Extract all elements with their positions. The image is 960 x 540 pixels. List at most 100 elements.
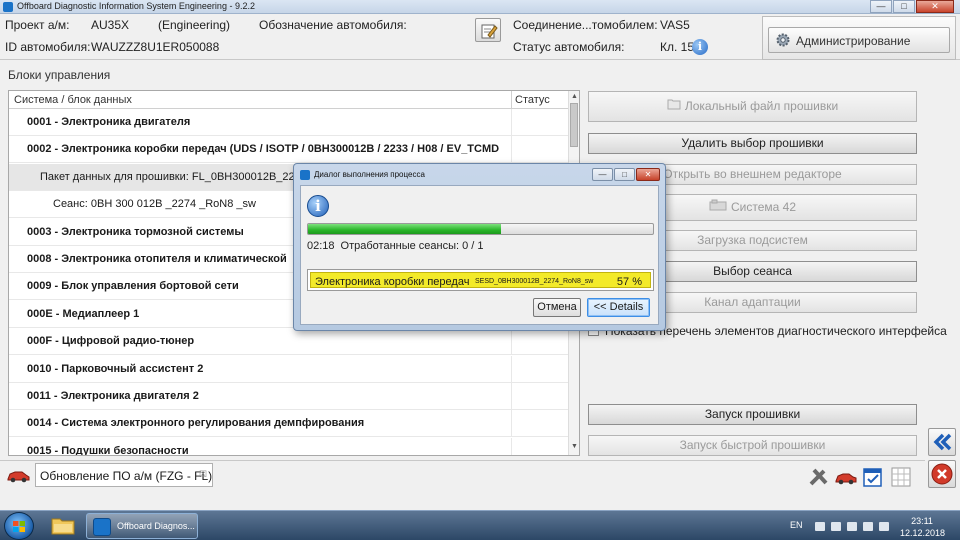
close-button[interactable]: ✕ xyxy=(916,0,954,13)
gear-icon xyxy=(776,33,790,47)
tree-row[interactable]: 0014 - Система электронного регулировани… xyxy=(9,410,569,438)
tray-power-icon[interactable] xyxy=(879,522,889,531)
language-indicator[interactable]: EN xyxy=(790,520,803,530)
dialog-minimize-button[interactable]: — xyxy=(592,168,613,181)
grid-icon[interactable] xyxy=(890,466,912,488)
taskbar-app-label: Offboard Diagnos... xyxy=(117,521,195,531)
progress-bar xyxy=(307,223,654,235)
administration-button[interactable]: Администрирование xyxy=(768,27,950,53)
taskbar-odis-app[interactable]: Offboard Diagnos... xyxy=(86,513,198,539)
tree-row-label: 000E - Медиаплеер 1 xyxy=(27,307,140,320)
info-icon[interactable]: i xyxy=(692,39,708,55)
status-label: Статус автомобиля: xyxy=(513,40,625,54)
dialog-close-button[interactable]: ✕ xyxy=(636,168,660,181)
process-dialog: Диалог выполнения процесса — □ ✕ i 02:18… xyxy=(293,163,666,331)
administration-label: Администрирование xyxy=(796,34,911,48)
start-quick-flash-button[interactable]: Запуск быстрой прошивки xyxy=(588,435,917,456)
tree-row-label: Пакет данных для прошивки: FL_0BH300012B… xyxy=(40,170,295,183)
tray-volume-icon[interactable] xyxy=(847,522,857,531)
control-units-title: Блоки управления xyxy=(8,68,111,82)
dialog-status: 02:18 Отработанные сеансы: 0 / 1 xyxy=(307,240,484,252)
admin-panel: Администрирование xyxy=(762,16,956,60)
tree-row-label: 0001 - Электроника двигателя xyxy=(27,116,191,128)
vehicle-id-label: ID автомобиля: xyxy=(5,40,91,54)
connection-value: VAS5 xyxy=(660,18,690,32)
dialog-app-icon xyxy=(300,170,310,180)
tray-network-icon[interactable] xyxy=(815,522,825,531)
maximize-button[interactable]: □ xyxy=(893,0,915,13)
dialog-maximize-button[interactable]: □ xyxy=(614,168,635,181)
scroll-up-icon[interactable]: ▲ xyxy=(570,93,579,103)
bottom-tab-bar: Обновление ПО а/м (FZG - FL) ☒ xyxy=(0,460,925,490)
elapsed-time: 02:18 xyxy=(307,240,335,252)
clock-date: 12.12.2018 xyxy=(900,528,946,538)
scroll-thumb[interactable] xyxy=(570,103,578,147)
task-name: Электроника коробки передач xyxy=(315,276,470,288)
system42-icon xyxy=(709,195,727,220)
checklist-icon[interactable] xyxy=(862,466,884,488)
vehicle-icon[interactable] xyxy=(835,466,857,488)
tree-row[interactable]: 0001 - Электроника двигателя xyxy=(9,109,569,136)
app-icon xyxy=(3,2,13,12)
status-value: Кл. 15 xyxy=(660,40,695,54)
folder-icon xyxy=(667,92,681,121)
collapse-button[interactable] xyxy=(928,428,956,456)
odis-app-icon xyxy=(93,518,111,536)
title-bar: Offboard Diagnostic Information System E… xyxy=(0,0,960,14)
tree-row[interactable]: 0010 - Парковочный ассистент 2 xyxy=(9,355,569,383)
tree-row[interactable]: 0002 - Электроника коробки передач (UDS … xyxy=(9,136,569,164)
vehicle-header: Проект а/м: AU35X (Engineering) Обозначе… xyxy=(0,14,960,60)
dialog-title: Диалог выполнения процесса xyxy=(314,170,425,179)
sessions-processed: Отработанные сеансы: 0 / 1 xyxy=(340,240,484,252)
cancel-icon xyxy=(931,463,953,485)
tab-software-update[interactable]: Обновление ПО а/м (FZG - FL) ☒ xyxy=(35,463,213,487)
task-percent: 57 % xyxy=(616,276,642,288)
tools-icon[interactable] xyxy=(808,466,830,488)
cancel-button[interactable]: Отмена xyxy=(533,298,581,317)
tree-row-label: 0010 - Парковочный ассистент 2 xyxy=(27,362,204,375)
tree-row-label: Сеанс: 0BH 300 012B _2274 _RoN8 _sw xyxy=(53,198,256,211)
progress-fill xyxy=(308,224,502,234)
tree-header: Система / блок данных Статус xyxy=(9,91,569,109)
start-flash-button[interactable]: Запуск прошивки xyxy=(588,404,917,425)
vehicle-id-value: WAUZZZ8U1ER050088 xyxy=(91,40,220,54)
tree-row[interactable]: 000F - Цифровой радио-тюнер xyxy=(9,328,569,356)
tree-row-label: 0014 - Система электронного регулировани… xyxy=(27,417,365,430)
local-flash-file-button[interactable]: Локальный файл прошивки xyxy=(588,91,917,122)
tab-close-icon[interactable]: ☒ xyxy=(199,469,207,480)
scroll-down-icon[interactable]: ▼ xyxy=(570,443,579,453)
task-session: SESD_0BH300012B_2274_RoN8_sw xyxy=(475,278,594,285)
delete-flash-selection-button[interactable]: Удалить выбор прошивки xyxy=(588,133,917,154)
car-icon xyxy=(7,471,30,483)
windows-logo-icon xyxy=(13,521,25,532)
tree-row[interactable]: 0015 - Подушки безопасности xyxy=(9,437,569,456)
column-system[interactable]: Система / блок данных xyxy=(14,94,132,106)
tree-row-label: 0008 - Электроника отопителя и климатиче… xyxy=(27,253,287,265)
tray-usb-icon[interactable] xyxy=(831,522,841,531)
double-chevron-left-icon xyxy=(933,433,952,451)
tree-row-label: 0002 - Электроника коробки передач (UDS … xyxy=(27,143,500,156)
taskbar-clock[interactable]: 23:11 12.12.2018 xyxy=(900,515,946,539)
cancel-red-button[interactable] xyxy=(928,460,956,488)
column-status[interactable]: Статус xyxy=(515,94,550,106)
tree-row-label: 000F - Цифровой радио-тюнер xyxy=(27,335,195,348)
edit-designation-button[interactable] xyxy=(475,18,501,42)
tree-row-label: 0015 - Подушки безопасности xyxy=(27,444,189,456)
clock-time: 23:11 xyxy=(911,516,933,526)
tree-row-label: 0011 - Электроника двигателя 2 xyxy=(27,390,199,402)
dialog-body: i 02:18 Отработанные сеансы: 0 / 1 Электр… xyxy=(300,185,659,325)
tree-row-label: 0009 - Блок управления бортовой сети xyxy=(27,280,239,293)
window-title: Offboard Diagnostic Information System E… xyxy=(17,1,255,11)
tray-flag-icon[interactable] xyxy=(863,522,873,531)
start-button[interactable] xyxy=(4,512,34,540)
explorer-icon[interactable] xyxy=(46,514,80,538)
details-button[interactable]: << Details xyxy=(587,298,650,317)
project-value: AU35X xyxy=(91,18,130,32)
vehicle-designation-label: Обозначение автомобиля: xyxy=(259,18,407,32)
minimize-button[interactable]: — xyxy=(870,0,892,13)
tree-row[interactable]: 0011 - Электроника двигателя 2 xyxy=(9,383,569,410)
taskbar: Offboard Diagnos... EN 23:11 12.12.2018 xyxy=(0,510,960,540)
system42-label: Система 42 xyxy=(730,200,796,214)
tab-software-update-label: Обновление ПО а/м (FZG - FL) xyxy=(40,469,213,483)
info-icon: i xyxy=(307,195,329,217)
